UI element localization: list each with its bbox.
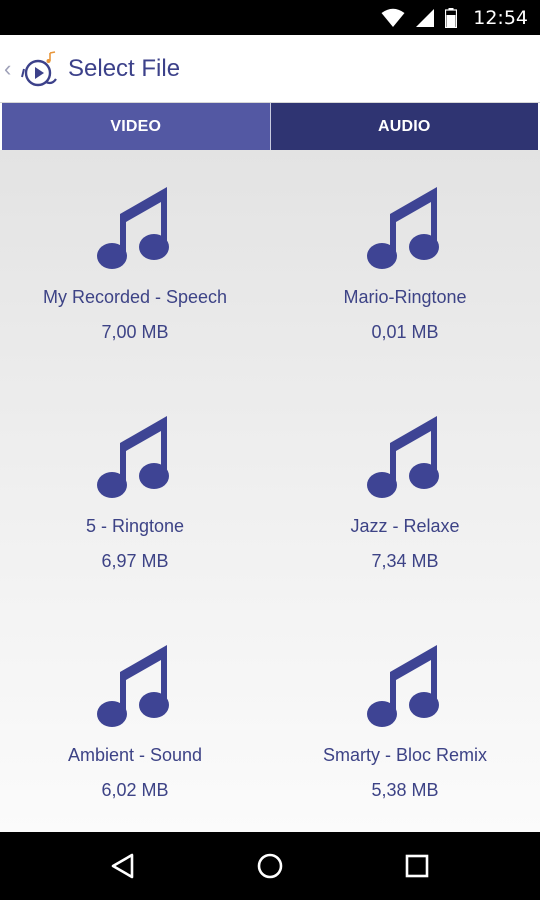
nav-back-button[interactable] bbox=[93, 841, 153, 891]
music-note-icon bbox=[97, 187, 169, 269]
play-music-logo-icon bbox=[21, 50, 57, 86]
music-note-icon bbox=[367, 416, 439, 498]
nav-recents-button[interactable] bbox=[387, 841, 447, 891]
file-item[interactable]: My Recorded - Speech 7,00 MB bbox=[0, 184, 270, 413]
clock-time: 12:54 bbox=[473, 6, 528, 29]
music-note-icon bbox=[97, 416, 169, 498]
battery-icon bbox=[445, 7, 458, 28]
wifi-icon bbox=[381, 8, 405, 27]
file-list[interactable]: My Recorded - Speech 7,00 MB Mario-Ringt… bbox=[0, 150, 540, 832]
signal-icon bbox=[416, 8, 435, 27]
nav-home-button[interactable] bbox=[240, 841, 300, 891]
file-size: 7,34 MB bbox=[371, 551, 439, 571]
tab-video[interactable]: VIDEO bbox=[2, 103, 270, 150]
file-size: 5,38 MB bbox=[371, 780, 439, 800]
file-size: 7,00 MB bbox=[101, 322, 169, 342]
file-name: 5 - Ringtone bbox=[85, 516, 185, 536]
page-title: Select File bbox=[68, 54, 181, 82]
file-name: Jazz - Relaxe bbox=[350, 516, 460, 536]
music-note-icon bbox=[367, 645, 439, 727]
file-size: 0,01 MB bbox=[371, 322, 439, 342]
file-item[interactable]: Smarty - Bloc Remix 5,38 MB bbox=[270, 642, 540, 832]
chevron-left-icon[interactable]: ‹ bbox=[4, 57, 18, 80]
file-name: My Recorded - Speech bbox=[42, 287, 228, 307]
file-size: 6,97 MB bbox=[101, 551, 169, 571]
music-note-icon bbox=[367, 187, 439, 269]
file-name: Ambient - Sound bbox=[67, 745, 203, 765]
back-triangle-icon bbox=[112, 853, 134, 879]
tab-bar: VIDEO AUDIO bbox=[0, 103, 540, 150]
file-name: Smarty - Bloc Remix bbox=[322, 745, 488, 765]
file-name: Mario-Ringtone bbox=[343, 287, 467, 307]
file-size: 6,02 MB bbox=[101, 780, 169, 800]
file-item[interactable]: Ambient - Sound 6,02 MB bbox=[0, 642, 270, 832]
music-note-icon bbox=[97, 645, 169, 727]
status-bar: 12:54 bbox=[0, 0, 540, 35]
tab-audio[interactable]: AUDIO bbox=[269, 103, 538, 150]
app-bar: ‹ Select File bbox=[0, 35, 540, 103]
home-circle-icon bbox=[257, 853, 283, 879]
system-nav-bar bbox=[0, 832, 540, 900]
file-item[interactable]: 5 - Ringtone 6,97 MB bbox=[0, 413, 270, 642]
file-item[interactable]: Mario-Ringtone 0,01 MB bbox=[270, 184, 540, 413]
file-item[interactable]: Jazz - Relaxe 7,34 MB bbox=[270, 413, 540, 642]
recents-square-icon bbox=[405, 854, 428, 878]
